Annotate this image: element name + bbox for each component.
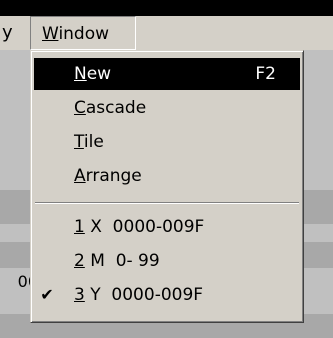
- menu-item-cascade-accel: C: [74, 98, 86, 118]
- menu-item-new-accel: N: [74, 64, 87, 84]
- menu-item-arrange-accel: A: [74, 166, 86, 186]
- menu-bar-item-partial[interactable]: y: [0, 16, 24, 50]
- menu-bar-item-partial-label: y: [2, 22, 13, 43]
- menu-separator: [35, 202, 299, 204]
- menu-item-tile-accel: T: [74, 132, 84, 152]
- menu-item-cascade[interactable]: Cascade: [34, 92, 300, 124]
- menu-item-new-shortcut: F2: [255, 64, 276, 84]
- menu-item-arrange[interactable]: Arrange: [34, 160, 300, 192]
- menu-item-window-3[interactable]: ✔ 3 Y 0000-009F: [34, 279, 300, 311]
- menu-item-arrange-label: rrange: [85, 166, 142, 186]
- menu-item-new-label: ew: [86, 64, 112, 84]
- checkmark-icon: ✔: [40, 285, 54, 304]
- menu-item-window-1[interactable]: 1 X 0000-009F: [34, 211, 300, 243]
- menu-item-tile[interactable]: Tile: [34, 126, 300, 158]
- window-menu[interactable]: Window: [30, 16, 136, 50]
- menu-item-window-1-accel: 1: [74, 217, 85, 237]
- menu-item-tile-label: ile: [83, 132, 104, 152]
- menu-item-cascade-label: ascade: [85, 98, 147, 118]
- menu-item-window-3-label: Y 0000-009F: [84, 285, 204, 305]
- window-dropdown-menu: New F2 Cascade Tile Arrange 1 X 0000-009…: [30, 50, 304, 323]
- menu-item-new[interactable]: New F2: [34, 58, 300, 90]
- menu-item-window-2-label: M 0- 99: [84, 251, 160, 271]
- window-menu-accel: W: [42, 24, 59, 44]
- window-menu-label: indow: [58, 24, 110, 44]
- window-top-border: [0, 0, 333, 16]
- menu-item-window-2[interactable]: 2 M 0- 99: [34, 245, 300, 277]
- menu-item-window-2-accel: 2: [74, 251, 85, 271]
- menu-item-window-1-label: X 0000-009F: [84, 217, 205, 237]
- menu-item-window-3-accel: 3: [74, 285, 85, 305]
